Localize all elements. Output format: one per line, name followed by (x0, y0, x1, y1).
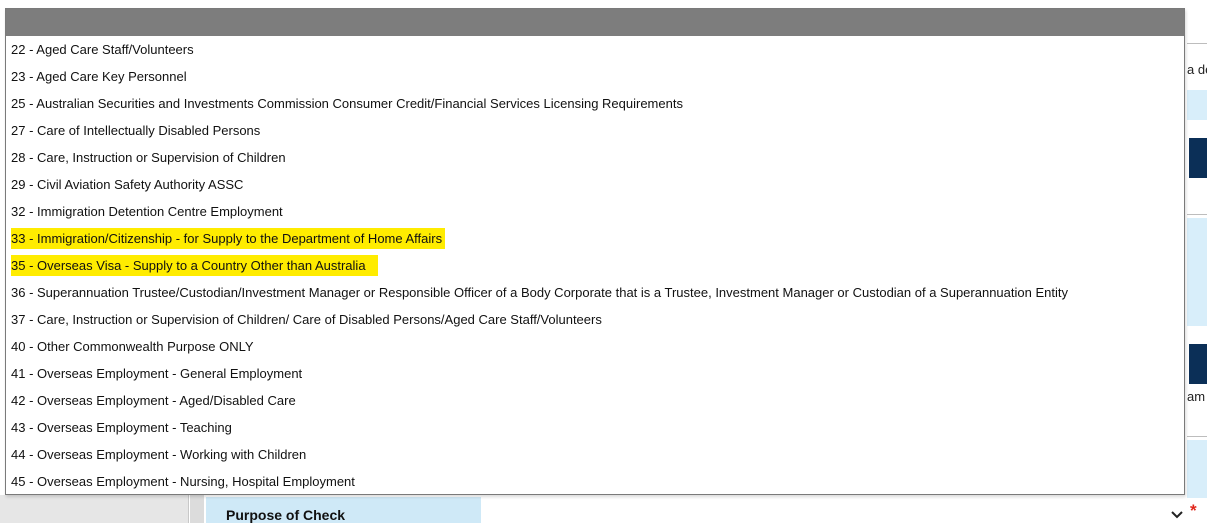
background-header-bar (1189, 138, 1207, 178)
dropdown-option[interactable]: 37 - Care, Instruction or Supervision of… (6, 306, 1184, 333)
option-label: 43 - Overseas Employment - Teaching (11, 420, 232, 435)
dropdown-option[interactable]: 32 - Immigration Detention Centre Employ… (6, 198, 1184, 225)
option-label: 29 - Civil Aviation Safety Authority ASS… (11, 177, 244, 192)
background-text-fragment: am (1187, 389, 1206, 404)
option-label: 45 - Overseas Employment - Nursing, Hosp… (11, 474, 355, 489)
background-panel (1187, 218, 1207, 326)
option-label: 44 - Overseas Employment - Working with … (11, 447, 307, 462)
dropdown-option[interactable]: 45 - Overseas Employment - Nursing, Hosp… (6, 468, 1184, 494)
dropdown-option[interactable]: 36 - Superannuation Trustee/Custodian/In… (6, 279, 1184, 306)
dropdown-option[interactable]: 42 - Overseas Employment - Aged/Disabled… (6, 387, 1184, 414)
background-divider (1187, 43, 1207, 44)
background-panel (1187, 440, 1207, 498)
option-label: 40 - Other Commonwealth Purpose ONLY (11, 339, 254, 354)
option-label: 32 - Immigration Detention Centre Employ… (11, 204, 283, 219)
background-divider (1187, 436, 1207, 437)
purpose-dropdown-list[interactable]: 22 - Aged Care Staff/Volunteers 23 - Age… (5, 8, 1185, 495)
option-label: 22 - Aged Care Staff/Volunteers (11, 42, 194, 57)
option-label: 41 - Overseas Employment - General Emplo… (11, 366, 303, 381)
background-header-bar (1189, 344, 1207, 384)
option-label: 37 - Care, Instruction or Supervision of… (11, 312, 602, 327)
dropdown-header-bar (6, 9, 1184, 36)
required-marker: * (1190, 501, 1197, 520)
option-label: 25 - Australian Securities and Investmen… (11, 96, 683, 111)
dropdown-option-highlighted[interactable]: 35 - Overseas Visa - Supply to a Country… (6, 252, 1184, 279)
background-divider (1187, 214, 1207, 215)
dropdown-option[interactable]: 41 - Overseas Employment - General Emplo… (6, 360, 1184, 387)
dropdown-options: 22 - Aged Care Staff/Volunteers 23 - Age… (6, 36, 1184, 494)
option-label: 42 - Overseas Employment - Aged/Disabled… (11, 393, 296, 408)
background-panel (1187, 90, 1207, 120)
dropdown-option[interactable]: 28 - Care, Instruction or Supervision of… (6, 144, 1184, 171)
background-text-fragment: a de (1187, 62, 1207, 77)
dropdown-option[interactable]: 25 - Australian Securities and Investmen… (6, 90, 1184, 117)
dropdown-option[interactable]: 44 - Overseas Employment - Working with … (6, 441, 1184, 468)
chevron-down-icon[interactable] (1170, 508, 1184, 522)
option-label: 23 - Aged Care Key Personnel (11, 69, 187, 84)
dropdown-option[interactable]: 29 - Civil Aviation Safety Authority ASS… (6, 171, 1184, 198)
option-label: 28 - Care, Instruction or Supervision of… (11, 150, 286, 165)
option-label: 36 - Superannuation Trustee/Custodian/In… (11, 285, 1068, 300)
option-label: 33 - Immigration/Citizenship - for Suppl… (11, 228, 446, 249)
purpose-of-check-label: Purpose of Check (226, 507, 346, 523)
dropdown-option-highlighted[interactable]: 33 - Immigration/Citizenship - for Suppl… (6, 225, 1184, 252)
inner-sidebar-panel (190, 495, 204, 523)
option-label: 27 - Care of Intellectually Disabled Per… (11, 123, 261, 138)
dropdown-option[interactable]: 27 - Care of Intellectually Disabled Per… (6, 117, 1184, 144)
option-label: 35 - Overseas Visa - Supply to a Country… (11, 255, 378, 276)
dropdown-option[interactable]: 40 - Other Commonwealth Purpose ONLY (6, 333, 1184, 360)
left-sidebar-panel (0, 495, 189, 523)
dropdown-option[interactable]: 43 - Overseas Employment - Teaching (6, 414, 1184, 441)
purpose-of-check-select[interactable] (481, 500, 1189, 523)
dropdown-option[interactable]: 22 - Aged Care Staff/Volunteers (6, 36, 1184, 63)
dropdown-option[interactable]: 23 - Aged Care Key Personnel (6, 63, 1184, 90)
